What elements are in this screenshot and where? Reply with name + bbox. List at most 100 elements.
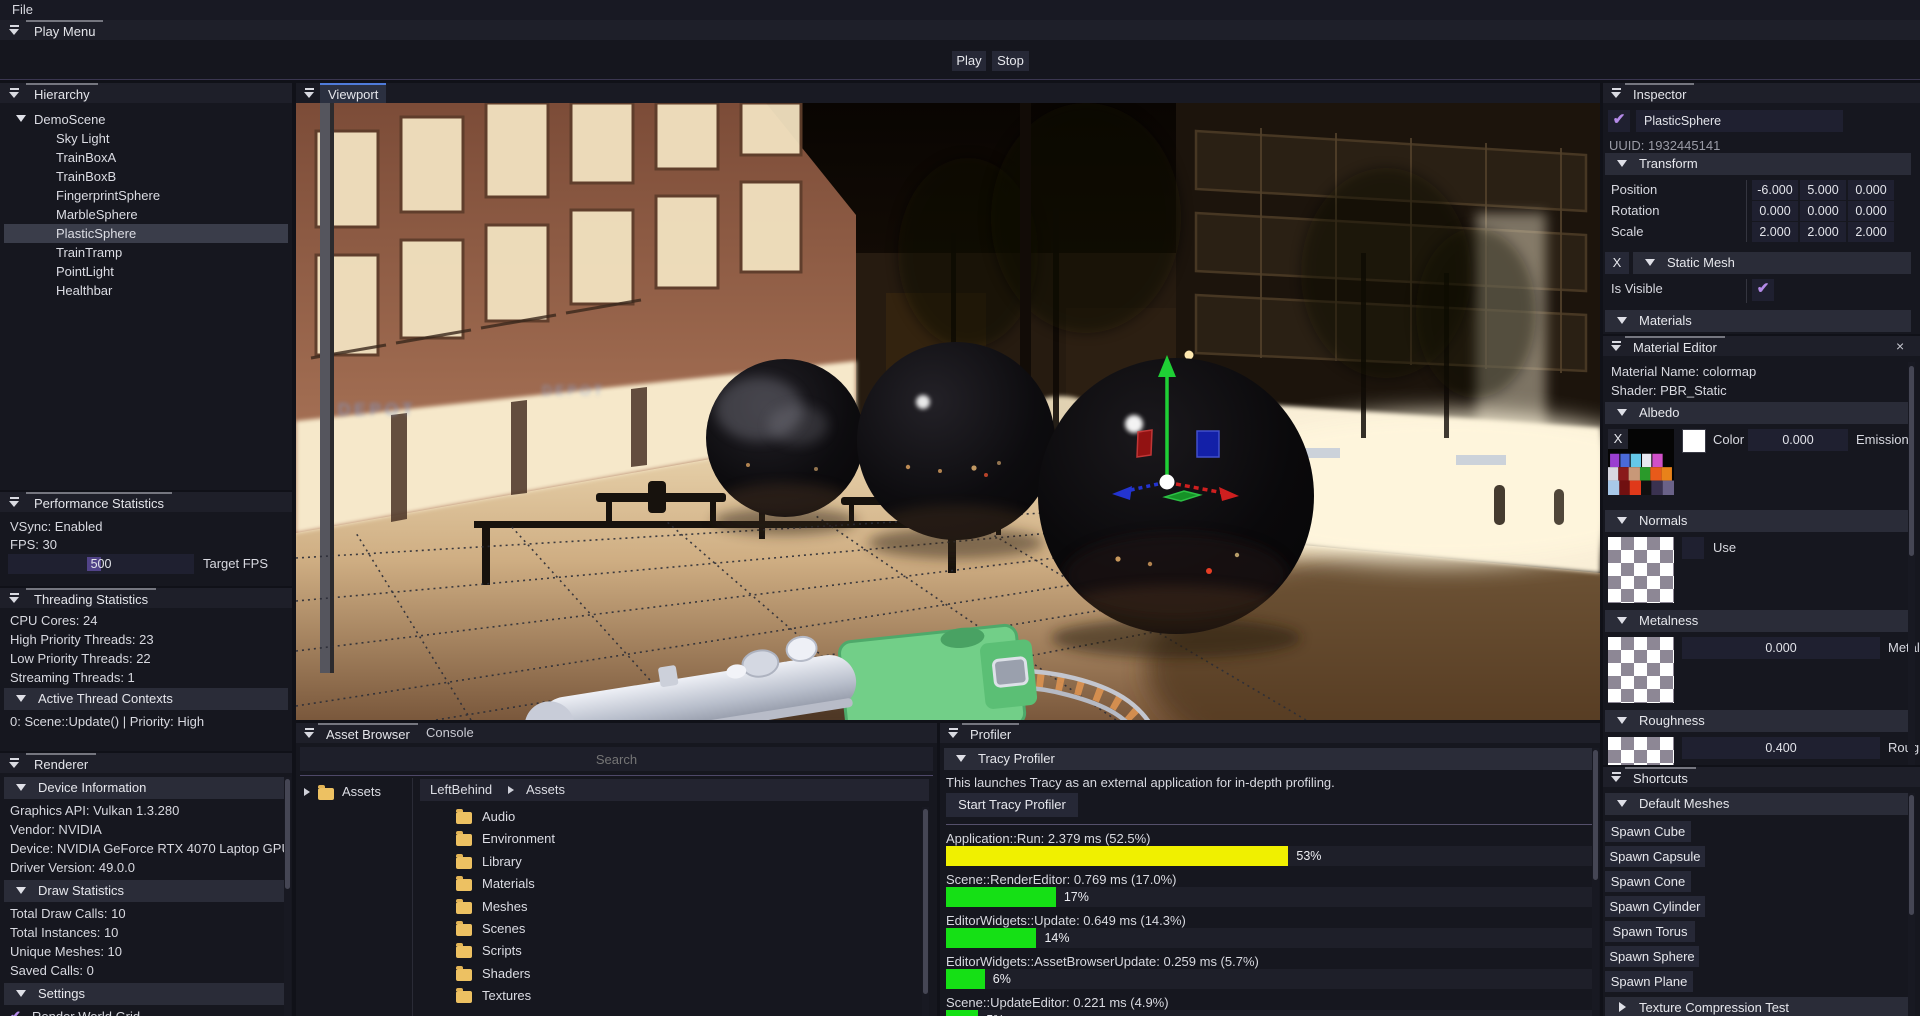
asset-tree-item[interactable]: Assets xyxy=(302,783,402,803)
spawn-capsule-button[interactable]: Spawn Capsule xyxy=(1605,846,1705,867)
collapse-icon[interactable] xyxy=(9,593,20,604)
menu-file[interactable]: File xyxy=(12,2,33,17)
console-tab[interactable]: Console xyxy=(418,723,482,743)
position-x-input[interactable]: -6.000 xyxy=(1752,180,1798,200)
profiler-title[interactable]: Profiler xyxy=(962,723,1019,743)
position-z-input[interactable]: 0.000 xyxy=(1848,180,1894,200)
start-tracy-button[interactable]: Start Tracy Profiler xyxy=(946,793,1078,817)
shortcuts-title[interactable]: Shortcuts xyxy=(1625,767,1696,787)
normals-texture-preview[interactable] xyxy=(1608,537,1674,603)
hierarchy-title[interactable]: Hierarchy xyxy=(26,83,98,103)
close-icon[interactable]: × xyxy=(1896,338,1904,354)
collapse-icon[interactable] xyxy=(9,25,20,36)
collapse-icon[interactable] xyxy=(9,88,20,99)
asset-search-input[interactable] xyxy=(300,747,933,771)
target-fps-input[interactable]: 500 xyxy=(8,554,194,574)
transform-header[interactable]: Transform xyxy=(1605,153,1911,175)
scale-z-input[interactable]: 2.000 xyxy=(1848,222,1894,242)
expand-arrow-icon[interactable] xyxy=(304,788,310,796)
texture-compression-test-header[interactable]: Texture Compression Test xyxy=(1605,997,1911,1016)
folder-row[interactable]: Meshes xyxy=(456,897,916,919)
folder-row[interactable]: Environment xyxy=(456,829,916,851)
albedo-header[interactable]: Albedo xyxy=(1605,402,1911,424)
device-information-header[interactable]: Device Information xyxy=(4,777,284,799)
renderer-title[interactable]: Renderer xyxy=(26,753,96,773)
albedo-color-swatch[interactable] xyxy=(1682,429,1706,453)
scrollbar[interactable] xyxy=(1592,748,1599,1016)
spawn-cube-button[interactable]: Spawn Cube xyxy=(1605,821,1691,842)
tracy-profiler-header[interactable]: Tracy Profiler xyxy=(944,748,1592,770)
scale-y-input[interactable]: 2.000 xyxy=(1800,222,1846,242)
metalness-input[interactable]: 0.000 xyxy=(1682,637,1880,659)
scrollbar[interactable] xyxy=(1908,793,1915,1016)
viewport-canvas[interactable]: DEPOT DEPOT xyxy=(296,103,1600,720)
entity-name-input[interactable]: PlasticSphere xyxy=(1636,110,1843,132)
folder-row[interactable]: Shaders xyxy=(456,964,916,986)
scrollbar[interactable] xyxy=(1908,362,1915,765)
tree-node[interactable]: PointLight xyxy=(4,262,288,281)
metalness-header[interactable]: Metalness xyxy=(1605,610,1911,632)
tree-node[interactable]: Healthbar xyxy=(4,281,288,300)
spawn-sphere-button[interactable]: Spawn Sphere xyxy=(1605,946,1699,967)
tree-node[interactable]: MarbleSphere xyxy=(4,205,288,224)
performance-title[interactable]: Performance Statistics xyxy=(26,492,172,512)
remove-albedo-texture-button[interactable]: X xyxy=(1608,429,1628,449)
gizmo-center-handle[interactable] xyxy=(1160,475,1175,490)
rotation-x-input[interactable]: 0.000 xyxy=(1752,201,1798,221)
scrollbar[interactable] xyxy=(284,777,291,1016)
tree-node-root[interactable]: DemoScene xyxy=(4,110,288,129)
normals-header[interactable]: Normals xyxy=(1605,510,1911,532)
roughness-header[interactable]: Roughness xyxy=(1605,710,1911,732)
emission-input[interactable]: 0.000 xyxy=(1748,429,1848,451)
play-button[interactable]: Play xyxy=(952,51,986,71)
spawn-cone-button[interactable]: Spawn Cone xyxy=(1605,871,1691,892)
folder-row[interactable]: Library xyxy=(456,852,916,874)
normals-use-checkbox[interactable] xyxy=(1682,537,1704,559)
albedo-texture-preview[interactable]: X xyxy=(1608,429,1674,495)
collapse-icon[interactable] xyxy=(948,728,959,739)
viewport-tab[interactable]: Viewport xyxy=(320,83,386,103)
material-editor-title[interactable]: Material Editor xyxy=(1625,336,1725,356)
default-meshes-header[interactable]: Default Meshes xyxy=(1605,793,1911,815)
draw-statistics-header[interactable]: Draw Statistics xyxy=(4,880,284,902)
spawn-torus-button[interactable]: Spawn Torus xyxy=(1605,921,1695,942)
tree-node[interactable]: Sky Light xyxy=(4,129,288,148)
spawn-plane-button[interactable]: Spawn Plane xyxy=(1605,971,1693,992)
folder-row[interactable]: Scenes xyxy=(456,919,916,941)
folder-row[interactable]: Scripts xyxy=(456,941,916,963)
position-y-input[interactable]: 5.000 xyxy=(1800,180,1846,200)
gizmo-plane-handle-red[interactable] xyxy=(1137,430,1152,457)
roughness-texture-preview[interactable] xyxy=(1608,737,1674,765)
tree-node-selected[interactable]: PlasticSphere xyxy=(4,224,288,243)
entity-enabled-checkbox[interactable]: ✔ xyxy=(1608,110,1630,132)
stop-button[interactable]: Stop xyxy=(992,51,1029,71)
folder-row[interactable]: Textures xyxy=(456,986,916,1008)
play-menu-header[interactable]: Play Menu xyxy=(0,20,1920,40)
is-visible-checkbox[interactable]: ✔ xyxy=(1752,279,1774,301)
active-thread-contexts-header[interactable]: Active Thread Contexts xyxy=(4,688,288,710)
folder-row[interactable]: Materials xyxy=(456,874,916,896)
rotation-y-input[interactable]: 0.000 xyxy=(1800,201,1846,221)
breadcrumb-project[interactable]: LeftBehind xyxy=(430,782,492,797)
roughness-input[interactable]: 0.400 xyxy=(1682,737,1880,759)
inspector-title[interactable]: Inspector xyxy=(1625,83,1694,103)
play-menu-title[interactable]: Play Menu xyxy=(26,20,103,40)
tree-node[interactable]: FingerprintSphere xyxy=(4,186,288,205)
scale-x-input[interactable]: 2.000 xyxy=(1752,222,1798,242)
threading-title[interactable]: Threading Statistics xyxy=(26,588,156,608)
metalness-texture-preview[interactable] xyxy=(1608,637,1674,703)
gizmo-plane-handle-blue[interactable] xyxy=(1197,431,1219,457)
collapse-icon[interactable] xyxy=(1611,88,1622,99)
tree-node[interactable]: TrainTramp xyxy=(4,243,288,262)
spawn-cylinder-button[interactable]: Spawn Cylinder xyxy=(1605,896,1705,917)
collapse-icon[interactable] xyxy=(1611,772,1622,783)
collapse-icon[interactable] xyxy=(304,728,315,739)
collapse-icon[interactable] xyxy=(9,758,20,769)
breadcrumb-folder[interactable]: Assets xyxy=(526,782,565,797)
collapse-icon[interactable] xyxy=(304,88,315,99)
materials-header[interactable]: Materials xyxy=(1605,310,1911,332)
tree-node[interactable]: TrainBoxB xyxy=(4,167,288,186)
expand-arrow-icon[interactable] xyxy=(16,115,26,122)
settings-header[interactable]: Settings xyxy=(4,983,284,1005)
render-world-grid-checkbox[interactable]: ✔ xyxy=(10,1008,21,1016)
